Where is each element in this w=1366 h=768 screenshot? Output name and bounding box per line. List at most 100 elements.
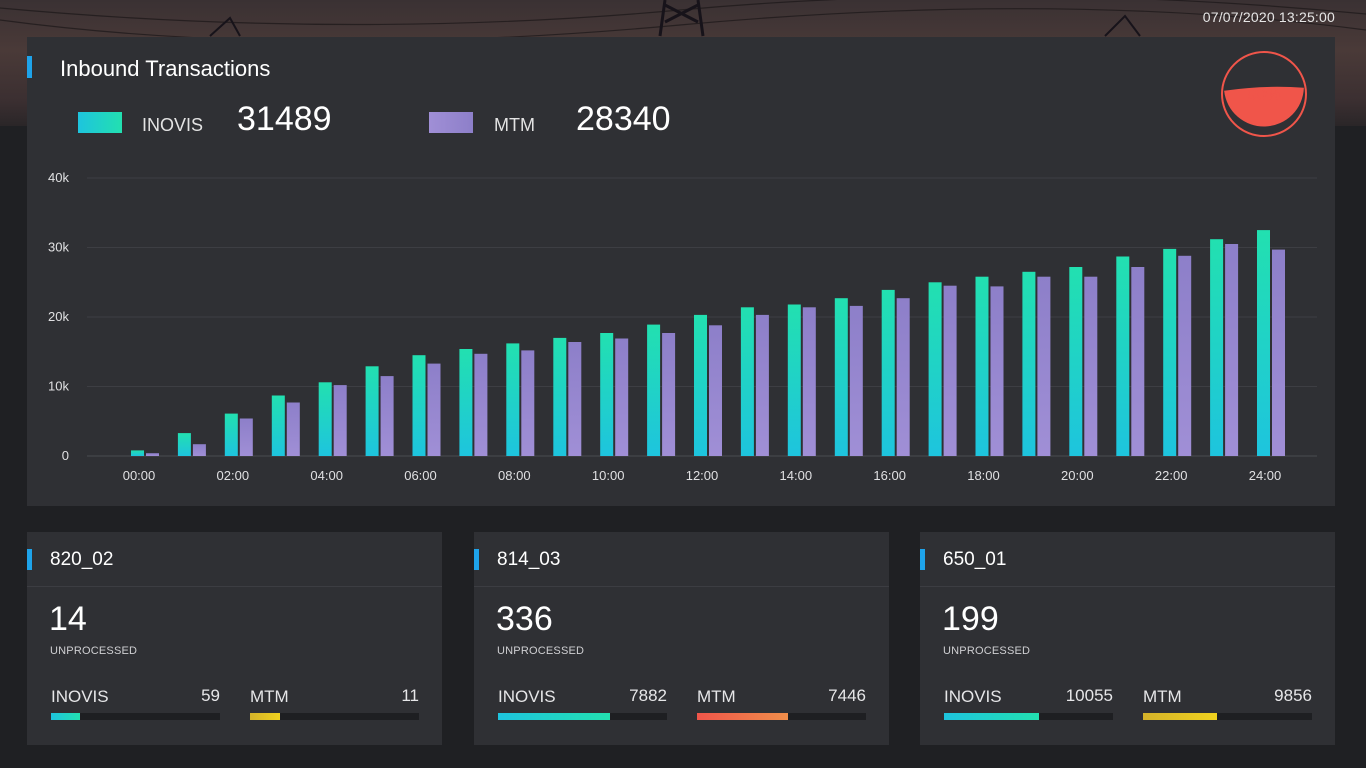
bar-inovis-0100[interactable] bbox=[177, 433, 191, 456]
card-accent-bar bbox=[27, 549, 32, 570]
bar-inovis-2400[interactable] bbox=[1257, 230, 1270, 456]
metric-value: 59 bbox=[201, 686, 220, 705]
metric-label: INOVIS bbox=[498, 687, 556, 706]
bar-inovis-2100[interactable] bbox=[1116, 256, 1130, 457]
unprocessed-label: UNPROCESSED bbox=[943, 645, 1031, 657]
bar-inovis-0400[interactable] bbox=[318, 382, 332, 456]
bar-inovis-0200[interactable] bbox=[224, 413, 238, 456]
unprocessed-count: 199 bbox=[942, 600, 999, 638]
metric-inovis: INOVIS 7882 bbox=[498, 684, 667, 724]
metric-inovis: INOVIS 10055 bbox=[944, 684, 1113, 724]
metric-progress-track bbox=[944, 713, 1113, 720]
bar-inovis-1400[interactable] bbox=[787, 304, 801, 457]
x-tick-label: 24:00 bbox=[1249, 468, 1282, 483]
bar-inovis-1200[interactable] bbox=[694, 314, 707, 456]
bar-mtm-1900[interactable] bbox=[1037, 276, 1051, 456]
x-tick-label: 20:00 bbox=[1061, 468, 1094, 483]
bar-mtm-2000[interactable] bbox=[1084, 276, 1098, 456]
card-header: 650_01 bbox=[920, 532, 1335, 587]
metric-mtm: MTM 9856 bbox=[1143, 684, 1312, 724]
bar-mtm-1600[interactable] bbox=[896, 298, 910, 456]
bar-inovis-0700[interactable] bbox=[459, 349, 473, 456]
bar-mtm-0300[interactable] bbox=[286, 402, 300, 457]
card-title: 650_01 bbox=[943, 549, 1007, 570]
bar-inovis-2000[interactable] bbox=[1069, 267, 1083, 456]
bar-mtm-1100[interactable] bbox=[662, 333, 676, 456]
bar-mtm-1000[interactable] bbox=[615, 338, 629, 457]
metric-progress-fill bbox=[944, 713, 1039, 720]
metric-progress-track bbox=[51, 713, 220, 720]
bar-mtm-0400[interactable] bbox=[333, 385, 347, 456]
bar-inovis-1500[interactable] bbox=[834, 298, 848, 456]
x-tick-label: 06:00 bbox=[404, 468, 437, 483]
bar-inovis-2200[interactable] bbox=[1163, 248, 1177, 456]
bar-mtm-1700[interactable] bbox=[943, 285, 957, 456]
bar-inovis-1100[interactable] bbox=[647, 324, 661, 456]
y-tick-label: 40k bbox=[48, 170, 69, 185]
bar-mtm-2300[interactable] bbox=[1225, 244, 1239, 456]
x-tick-label: 14:00 bbox=[780, 468, 813, 483]
bar-mtm-0800[interactable] bbox=[521, 350, 535, 456]
metric-value: 11 bbox=[401, 686, 419, 705]
x-tick-label: 18:00 bbox=[967, 468, 1000, 483]
bar-inovis-2300[interactable] bbox=[1210, 239, 1224, 456]
transactions-bar-chart: 0 10k 20k 30k 40k 00:00 02:00 04:00 06:00 08:00 10… bbox=[48, 170, 1317, 483]
bar-inovis-1800[interactable] bbox=[975, 276, 989, 456]
metric-label: INOVIS bbox=[51, 687, 109, 706]
bar-mtm-2200[interactable] bbox=[1178, 255, 1192, 456]
card-accent-bar bbox=[920, 549, 925, 570]
bar-inovis-1700[interactable] bbox=[928, 282, 942, 457]
metric-mtm: MTM 11 bbox=[250, 684, 419, 724]
metric-label: MTM bbox=[697, 687, 736, 706]
card-accent-bar bbox=[474, 549, 479, 570]
bar-mtm-1500[interactable] bbox=[849, 305, 863, 456]
bar-mtm-2100[interactable] bbox=[1131, 267, 1145, 456]
bar-mtm-0500[interactable] bbox=[380, 376, 394, 456]
metric-inovis: INOVIS 59 bbox=[51, 684, 220, 724]
metric-mtm: MTM 7446 bbox=[697, 684, 866, 724]
bar-inovis-1000[interactable] bbox=[600, 333, 614, 456]
y-tick-label: 10k bbox=[48, 379, 69, 394]
x-tick-label: 08:00 bbox=[498, 468, 531, 483]
card-header: 820_02 bbox=[27, 532, 442, 587]
metric-progress-fill bbox=[1143, 713, 1218, 720]
card-header: 814_03 bbox=[474, 532, 889, 587]
bar-inovis-0000[interactable] bbox=[131, 450, 144, 456]
x-tick-label: 22:00 bbox=[1155, 468, 1188, 483]
bar-mtm-1300[interactable] bbox=[755, 314, 769, 456]
x-tick-label: 10:00 bbox=[592, 468, 625, 483]
unprocessed-label: UNPROCESSED bbox=[497, 645, 585, 657]
bar-inovis-0600[interactable] bbox=[412, 355, 426, 456]
x-tick-label: 04:00 bbox=[310, 468, 343, 483]
bar-inovis-0900[interactable] bbox=[553, 337, 567, 456]
bar-mtm-0600[interactable] bbox=[427, 363, 441, 456]
metric-progress-fill bbox=[697, 713, 789, 720]
unprocessed-count: 336 bbox=[496, 600, 553, 638]
bar-mtm-1200[interactable] bbox=[709, 325, 722, 456]
card-814-03: 814_03 336 UNPROCESSED INOVIS 7882 MTM 7… bbox=[474, 532, 889, 745]
bar-mtm-1400[interactable] bbox=[802, 307, 816, 456]
bar-mtm-2400[interactable] bbox=[1272, 249, 1285, 456]
bar-inovis-1900[interactable] bbox=[1022, 271, 1036, 456]
metric-progress-track bbox=[1143, 713, 1312, 720]
bar-inovis-0300[interactable] bbox=[271, 395, 285, 457]
bar-inovis-0800[interactable] bbox=[506, 343, 520, 456]
card-820-02: 820_02 14 UNPROCESSED INOVIS 59 MTM 11 bbox=[27, 532, 442, 745]
bar-inovis-1300[interactable] bbox=[740, 307, 754, 456]
card-title: 814_03 bbox=[497, 549, 561, 570]
bar-mtm-0000[interactable] bbox=[146, 453, 159, 456]
metric-label: MTM bbox=[250, 687, 289, 706]
bar-mtm-1800[interactable] bbox=[990, 286, 1004, 456]
bar-inovis-0500[interactable] bbox=[365, 366, 379, 456]
metric-value: 7446 bbox=[828, 686, 866, 705]
bar-mtm-0200[interactable] bbox=[239, 418, 253, 457]
metric-progress-track bbox=[697, 713, 866, 720]
bar-mtm-0700[interactable] bbox=[474, 353, 488, 456]
y-tick-label: 20k bbox=[48, 309, 69, 324]
timestamp: 07/07/2020 13:25:00 bbox=[1202, 9, 1335, 25]
bar-inovis-1600[interactable] bbox=[881, 289, 895, 456]
bar-mtm-0100[interactable] bbox=[192, 444, 206, 456]
x-tick-label: 12:00 bbox=[686, 468, 719, 483]
card-title: 820_02 bbox=[50, 549, 114, 570]
bar-mtm-0900[interactable] bbox=[568, 342, 582, 456]
